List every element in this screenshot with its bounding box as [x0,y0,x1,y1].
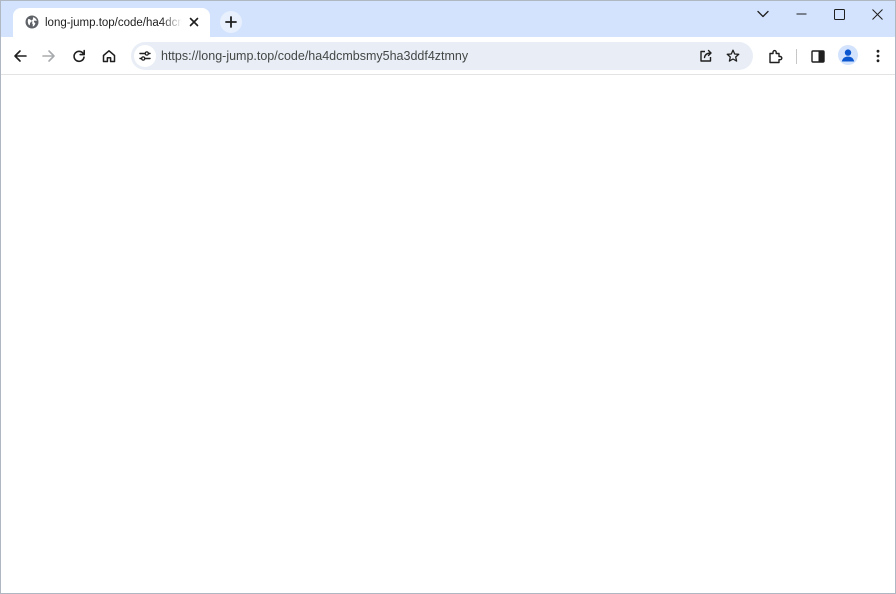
back-icon [13,49,27,63]
plus-icon [225,16,237,28]
menu-icon [876,49,880,63]
back-button[interactable] [6,42,34,70]
tune-icon [139,50,151,62]
home-button[interactable] [95,42,123,70]
toolbar-divider [796,49,797,64]
profile-button[interactable] [838,45,858,65]
bookmark-button[interactable] [722,45,744,67]
home-icon [102,49,116,63]
site-info-button[interactable] [134,45,156,67]
address-bar[interactable]: https://long-jump.top/code/ha4dcmbsmy5ha… [131,42,753,70]
url-text[interactable]: https://long-jump.top/code/ha4dcmbsmy5ha… [161,48,681,64]
share-icon [699,49,713,63]
extensions-button[interactable] [761,42,789,70]
tab-close-icon[interactable] [186,14,202,30]
new-tab-button[interactable] [220,11,242,33]
maximize-button[interactable] [820,1,858,27]
reload-icon [72,49,86,63]
minimize-button[interactable] [782,1,820,27]
forward-icon [42,49,56,63]
minimize-icon [796,13,807,15]
extensions-icon [768,49,783,64]
forward-button[interactable] [35,42,63,70]
bookmark-star-icon [726,49,740,63]
tab-title: long-jump.top/code/ha4dcmbsmy5ha3ddf4ztm… [45,17,182,29]
side-panel-button[interactable] [804,42,832,70]
tab-search-icon [757,10,769,18]
browser-window: long-jump.top/code/ha4dcmbsmy5ha3ddf4ztm… [0,0,896,594]
globe-icon [25,15,39,29]
close-window-button[interactable] [858,1,896,27]
maximize-icon [833,8,845,20]
profile-icon [838,45,858,65]
tab-strip: long-jump.top/code/ha4dcmbsmy5ha3ddf4ztm… [1,1,895,37]
browser-toolbar: https://long-jump.top/code/ha4dcmbsmy5ha… [1,37,895,75]
tab-search-button[interactable] [744,1,782,27]
page-content [1,75,895,593]
reload-button[interactable] [65,42,93,70]
side-panel-icon [811,49,825,63]
close-icon [871,8,883,20]
menu-button[interactable] [864,42,892,70]
active-tab[interactable]: long-jump.top/code/ha4dcmbsmy5ha3ddf4ztm… [13,8,210,37]
share-button[interactable] [695,45,717,67]
